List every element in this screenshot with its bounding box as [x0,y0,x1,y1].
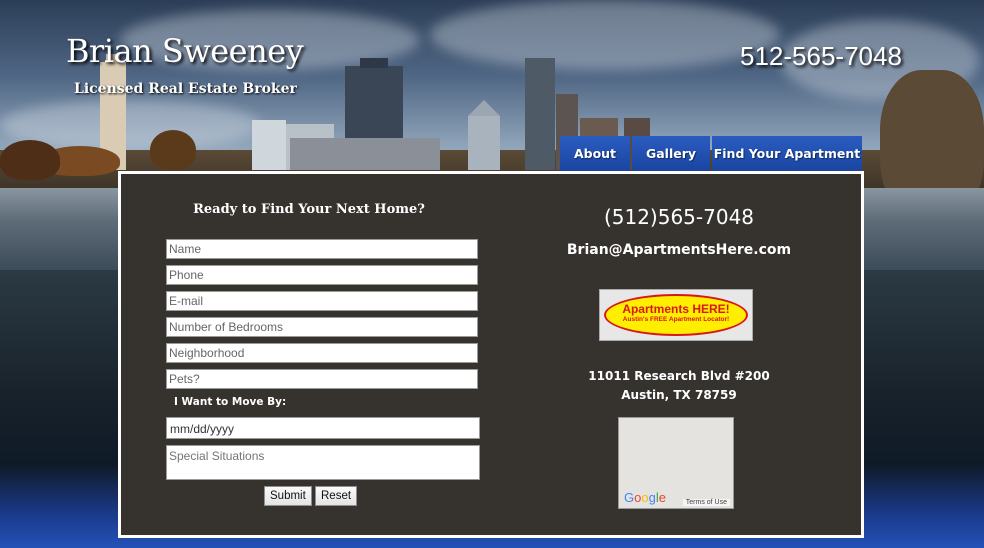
tree [150,130,196,170]
logo-oval: Apartments HERE! Austin's FREE Apartment… [604,294,748,336]
tree [0,140,60,180]
site-subtitle: Licensed Real Estate Broker [74,81,297,97]
header-phone[interactable]: 512-565-7048 [740,41,902,72]
reset-button[interactable]: Reset [315,486,358,506]
move-by-label: I Want to Move By: [174,396,287,408]
submit-button[interactable]: Submit [264,486,312,506]
form-title: Ready to Find Your Next Home? [193,202,425,217]
logo-tagline: Austin's FREE Apartment Locator! [622,316,730,323]
nav-about[interactable]: About [560,136,630,172]
neighborhood-input[interactable] [166,343,478,363]
map-terms-link[interactable]: Terms of Use [682,499,730,506]
move-date-input[interactable]: mm/dd/yyyy [166,417,480,439]
special-situations-input[interactable] [166,445,480,480]
contact-email-link[interactable]: Brian@ApartmentsHere.com [497,242,861,258]
site-title[interactable]: Brian Sweeney [66,32,304,70]
logo-text: Apartments HERE! [622,302,730,316]
google-logo-icon: Google [624,490,666,505]
main-nav: About Gallery Find Your Apartment [560,136,862,172]
nav-find-apartment[interactable]: Find Your Apartment [712,136,862,172]
email-input[interactable] [166,291,478,311]
bedrooms-input[interactable] [166,317,478,337]
contact-phone[interactable]: (512)565-7048 [497,205,861,229]
content-panel: Ready to Find Your Next Home? I Want to … [118,171,864,538]
name-input[interactable] [166,239,478,259]
map-embed[interactable]: Google Terms of Use [618,417,734,509]
apartments-here-logo[interactable]: Apartments HERE! Austin's FREE Apartment… [599,289,753,341]
address-line-1: 11011 Research Blvd #200 [588,369,770,383]
address-line-2: Austin, TX 78759 [621,388,737,402]
pets-input[interactable] [166,369,478,389]
nav-gallery[interactable]: Gallery [632,136,710,172]
phone-input[interactable] [166,265,478,285]
